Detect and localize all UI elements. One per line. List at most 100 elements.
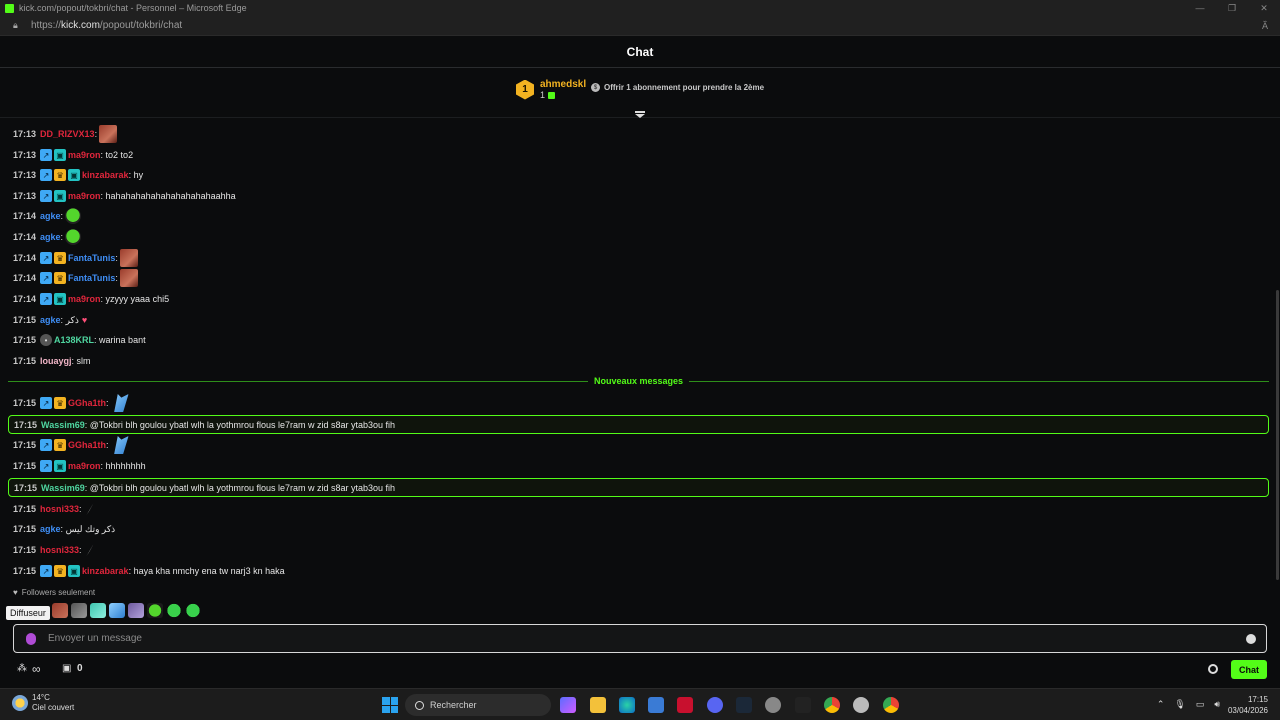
chrome-dev-icon[interactable] [853, 697, 869, 713]
system-tray[interactable]: ⌃ 🎙︎ ▭ 🔊︎ [1157, 699, 1220, 710]
frog-emote-icon[interactable] [147, 603, 163, 618]
close-icon[interactable]: ✕ [1248, 0, 1280, 16]
person-emote-icon[interactable] [71, 603, 87, 618]
smile-emote-icon[interactable] [166, 603, 182, 618]
volume-icon[interactable]: 🔊︎ [1214, 699, 1220, 710]
verified-badge-icon[interactable]: ↗ [40, 460, 53, 472]
capcut-icon[interactable] [795, 697, 811, 713]
lock-icon[interactable]: 🔒︎ [13, 20, 23, 31]
message-username[interactable]: ma9ron [68, 150, 101, 160]
chrome-profile-icon[interactable] [883, 697, 899, 713]
message-username[interactable]: GGha1th [68, 398, 106, 408]
microphone-icon[interactable]: 🎙︎ [1174, 699, 1185, 710]
steam-icon[interactable] [736, 697, 752, 713]
message-username[interactable]: Wassim69 [41, 420, 85, 430]
points-icon[interactable]: ⁂ [17, 663, 27, 674]
message-input[interactable] [48, 633, 1246, 644]
face-emote-icon[interactable] [119, 249, 138, 267]
clock[interactable]: 17:15 03/04/2026 [1228, 694, 1268, 716]
crown-badge-icon[interactable]: ♛ [54, 397, 67, 409]
crown-badge-icon[interactable]: ♛ [54, 252, 67, 264]
sub-badge-icon[interactable]: ▣ [54, 149, 67, 161]
verified-badge-icon[interactable]: ↗ [40, 565, 53, 577]
message-username[interactable]: FantaTunis [68, 273, 115, 283]
message-username[interactable]: kinzabarak [82, 170, 129, 180]
message-username[interactable]: hosni333 [40, 545, 79, 555]
avatar-badge-icon[interactable]: • [40, 334, 53, 346]
verified-badge-icon[interactable]: ↗ [40, 169, 53, 181]
minimize-icon[interactable]: — [1184, 0, 1216, 16]
wing-emote-icon[interactable] [109, 603, 125, 618]
edge-icon[interactable] [619, 697, 635, 713]
settings-gear-icon[interactable] [1208, 664, 1218, 674]
send-chat-button[interactable]: Chat [1231, 660, 1267, 679]
gift-offer[interactable]: $ Offrir 1 abonnement pour prendre la 2è… [591, 83, 764, 92]
frog-emote-icon[interactable] [65, 229, 82, 245]
adobe-icon[interactable] [677, 697, 693, 713]
copilot-icon[interactable] [560, 697, 576, 713]
crown-badge-icon[interactable]: ♛ [54, 565, 67, 577]
address-bar[interactable]: 🔒︎ https://kick.com/popout/tokbri/chat A… [0, 16, 1280, 36]
verified-badge-icon[interactable]: ↗ [40, 397, 53, 409]
sub-badge-icon[interactable]: ▣ [68, 169, 81, 181]
crown-badge-icon[interactable]: ♛ [54, 169, 67, 181]
file-explorer-icon[interactable] [590, 697, 606, 713]
verified-badge-icon[interactable]: ↗ [40, 439, 53, 451]
emoji-picker-icon[interactable] [1246, 633, 1256, 644]
verified-badge-icon[interactable]: ↗ [40, 293, 53, 305]
crown-badge-icon[interactable]: ♛ [54, 439, 67, 451]
skull-emote-icon[interactable] [90, 603, 106, 618]
message-username[interactable]: agke [40, 232, 61, 242]
scroll-to-bottom-icon[interactable] [634, 110, 646, 120]
feather-emote-icon[interactable] [86, 544, 94, 556]
verified-badge-icon[interactable]: ↗ [40, 272, 53, 284]
sub-badge-icon[interactable]: ▣ [68, 565, 81, 577]
read-aloud-icon[interactable]: A᷈ [1262, 21, 1268, 31]
taskbar-search[interactable]: Rechercher [405, 694, 551, 716]
chrome-icon[interactable] [824, 697, 840, 713]
message-username[interactable]: ma9ron [68, 461, 101, 471]
infinity-icon[interactable]: ∞ [32, 662, 41, 676]
chat-scrollbar[interactable] [1276, 290, 1279, 580]
gifter-name[interactable]: ahmedskl [540, 79, 586, 90]
message-username[interactable]: agke [40, 524, 61, 534]
message-username[interactable]: GGha1th [68, 440, 106, 450]
discord-icon[interactable] [707, 697, 723, 713]
url-text[interactable]: https://kick.com/popout/tokbri/chat [31, 20, 182, 31]
verified-badge-icon[interactable]: ↗ [40, 190, 53, 202]
message-username[interactable]: Wassim69 [41, 483, 85, 493]
message-username[interactable]: DD_RIZVX13 [40, 129, 95, 139]
weather-widget[interactable]: 14°C Ciel couvert [12, 693, 74, 713]
sub-badge-icon[interactable]: ▣ [54, 460, 67, 472]
verified-badge-icon[interactable]: ↗ [40, 252, 53, 264]
chevron-up-icon[interactable]: ⌃ [1157, 699, 1165, 710]
message-username[interactable]: ma9ron [68, 294, 101, 304]
message-username[interactable]: agke [40, 315, 61, 325]
message-input-box[interactable] [13, 624, 1267, 653]
message-username[interactable]: louaygj [40, 356, 72, 366]
sub-badge-icon[interactable]: ▣ [54, 190, 67, 202]
broadcaster-badge-icon[interactable] [26, 632, 36, 645]
settings-icon[interactable] [765, 697, 781, 713]
store-icon[interactable] [648, 697, 664, 713]
feather-emote-icon[interactable] [86, 503, 94, 515]
crown-badge-icon[interactable]: ♛ [54, 272, 67, 284]
message-username[interactable]: FantaTunis [68, 253, 115, 263]
sub-badge-icon[interactable]: ▣ [54, 293, 67, 305]
restore-icon[interactable]: ❐ [1216, 0, 1248, 16]
face-emote-icon[interactable] [119, 269, 138, 287]
laugh-emote-icon[interactable] [185, 603, 201, 618]
verified-badge-icon[interactable]: ↗ [40, 149, 53, 161]
message-username[interactable]: kinzabarak [82, 566, 129, 576]
message-username[interactable]: ma9ron [68, 191, 101, 201]
chest-icon[interactable]: ▣ [62, 663, 71, 674]
message-username[interactable]: agke [40, 211, 61, 221]
message-username[interactable]: A138KRL [54, 335, 94, 345]
top-gifter[interactable]: 1 ahmedskl 1 [516, 79, 586, 100]
face-emote-icon[interactable] [52, 603, 68, 618]
wing-emote-icon[interactable] [114, 394, 129, 412]
hand-emote-icon[interactable] [128, 603, 144, 618]
wing-emote-icon[interactable] [114, 436, 129, 454]
message-username[interactable]: hosni333 [40, 504, 79, 514]
face-emote-icon[interactable] [99, 125, 118, 143]
